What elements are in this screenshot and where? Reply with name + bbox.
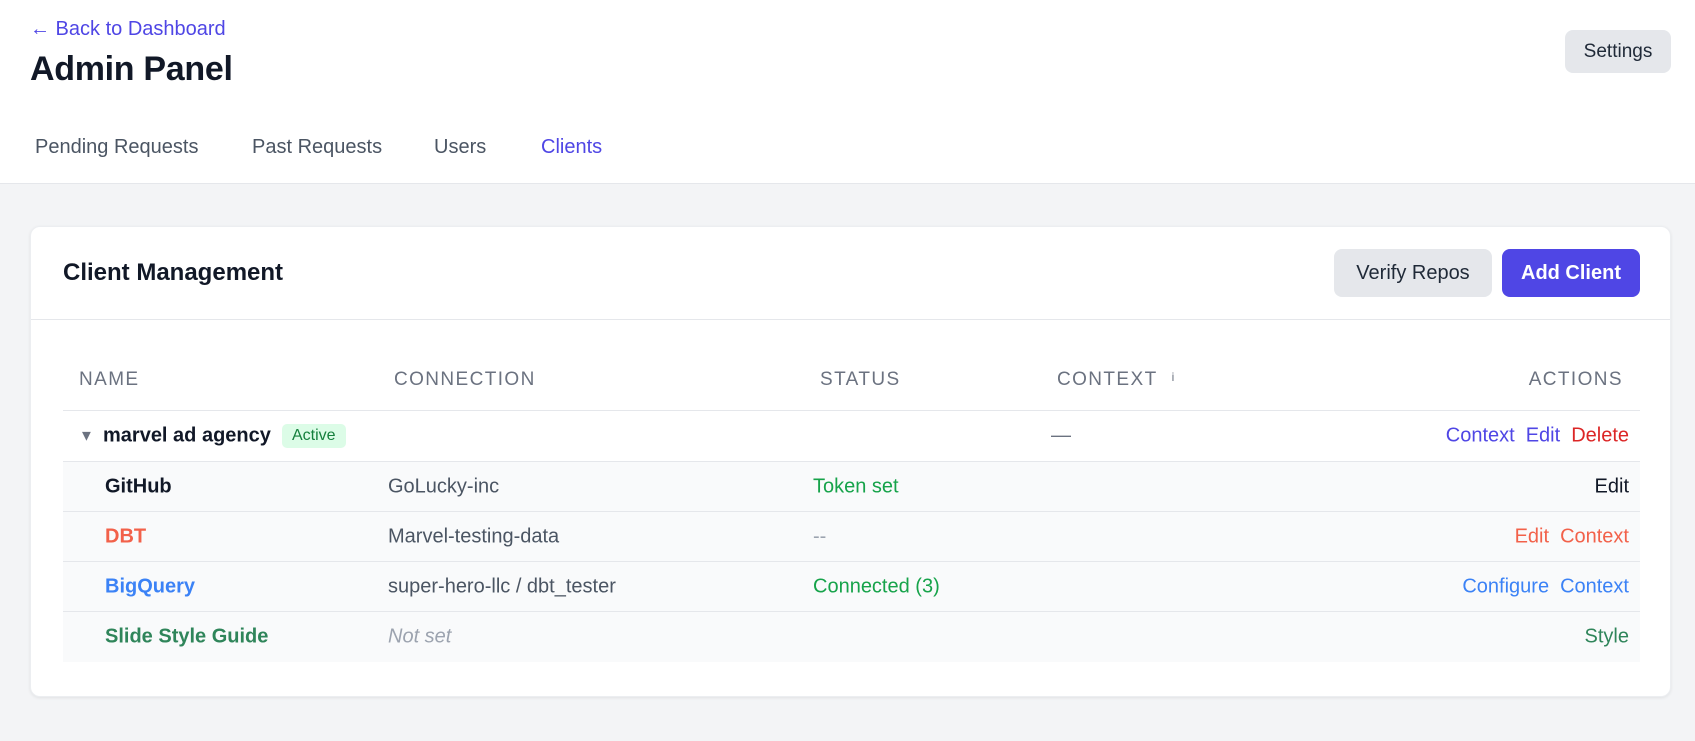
table-row-slide-style-guide: Slide Style Guide Not set Style bbox=[63, 612, 1640, 662]
status-value: -- bbox=[813, 525, 827, 547]
service-name: DBT bbox=[105, 525, 147, 547]
table-row-dbt: DBT Marvel-testing-data -- Edit Context bbox=[63, 512, 1640, 562]
row-actions: Style bbox=[1585, 626, 1629, 649]
add-client-button[interactable]: Add Client bbox=[1502, 249, 1640, 297]
github-edit-button[interactable]: Edit bbox=[1595, 475, 1629, 498]
status-value: Token set bbox=[813, 475, 899, 497]
dbt-context-button[interactable]: Context bbox=[1560, 525, 1629, 548]
service-name: BigQuery bbox=[105, 575, 196, 597]
verify-repos-button[interactable]: Verify Repos bbox=[1334, 249, 1492, 297]
row-actions: Configure Context bbox=[1462, 575, 1629, 598]
status-value: Connected (3) bbox=[813, 575, 940, 597]
client-actions: Context Edit Delete bbox=[1446, 425, 1629, 448]
bigquery-context-button[interactable]: Context bbox=[1560, 575, 1629, 598]
table-row-bigquery: BigQuery super-hero-llc / dbt_tester Con… bbox=[63, 562, 1640, 612]
connection-value: GoLucky-inc bbox=[388, 475, 500, 497]
card-header: Client Management Verify Repos Add Clien… bbox=[31, 227, 1670, 320]
column-header-actions: ACTIONS bbox=[1528, 369, 1623, 390]
row-actions: Edit Context bbox=[1515, 525, 1629, 548]
client-delete-button[interactable]: Delete bbox=[1571, 425, 1629, 448]
client-row: ▼ marvel ad agency Active — Context Edit… bbox=[63, 411, 1640, 462]
connection-value: super-hero-llc / dbt_tester bbox=[388, 575, 616, 597]
column-header-context: CONTEXT i bbox=[1057, 369, 1174, 391]
client-edit-button[interactable]: Edit bbox=[1526, 425, 1560, 448]
service-name: Slide Style Guide bbox=[105, 625, 269, 648]
client-context-value: — bbox=[1051, 424, 1071, 447]
tab-past-requests[interactable]: Past Requests bbox=[252, 136, 382, 159]
settings-button[interactable]: Settings bbox=[1565, 30, 1671, 73]
slide-style-button[interactable]: Style bbox=[1585, 626, 1629, 649]
card-title: Client Management bbox=[63, 259, 284, 286]
client-name: marvel ad agency bbox=[103, 424, 271, 447]
status-badge: Active bbox=[282, 424, 346, 448]
client-context-button[interactable]: Context bbox=[1446, 425, 1515, 448]
dbt-edit-button[interactable]: Edit bbox=[1515, 525, 1549, 548]
client-management-card: Client Management Verify Repos Add Clien… bbox=[30, 226, 1671, 697]
info-icon[interactable]: i bbox=[1172, 370, 1175, 384]
tab-clients[interactable]: Clients bbox=[541, 136, 602, 159]
service-name: GitHub bbox=[105, 475, 172, 497]
back-to-dashboard-link[interactable]: ← Back to Dashboard bbox=[30, 18, 226, 41]
context-header-label: CONTEXT bbox=[1057, 369, 1158, 390]
collapse-triangle-icon[interactable]: ▼ bbox=[79, 428, 94, 445]
column-header-connection: CONNECTION bbox=[394, 369, 536, 390]
connection-value: Marvel-testing-data bbox=[388, 525, 560, 547]
tab-users[interactable]: Users bbox=[434, 136, 486, 159]
table-header: NAME CONNECTION STATUS CONTEXT i ACTIONS bbox=[63, 349, 1640, 411]
top-bar: ← Back to Dashboard Admin Panel Settings… bbox=[0, 0, 1695, 184]
column-header-name: NAME bbox=[79, 369, 140, 390]
row-actions: Edit bbox=[1595, 475, 1629, 498]
tab-pending-requests[interactable]: Pending Requests bbox=[35, 136, 198, 159]
clients-table: NAME CONNECTION STATUS CONTEXT i ACTIONS … bbox=[63, 349, 1640, 662]
page-title: Admin Panel bbox=[30, 50, 233, 88]
table-row-github: GitHub GoLucky-inc Token set Edit bbox=[63, 462, 1640, 512]
connection-value: Not set bbox=[388, 625, 452, 648]
column-header-status: STATUS bbox=[820, 369, 901, 390]
bigquery-configure-button[interactable]: Configure bbox=[1462, 575, 1549, 598]
